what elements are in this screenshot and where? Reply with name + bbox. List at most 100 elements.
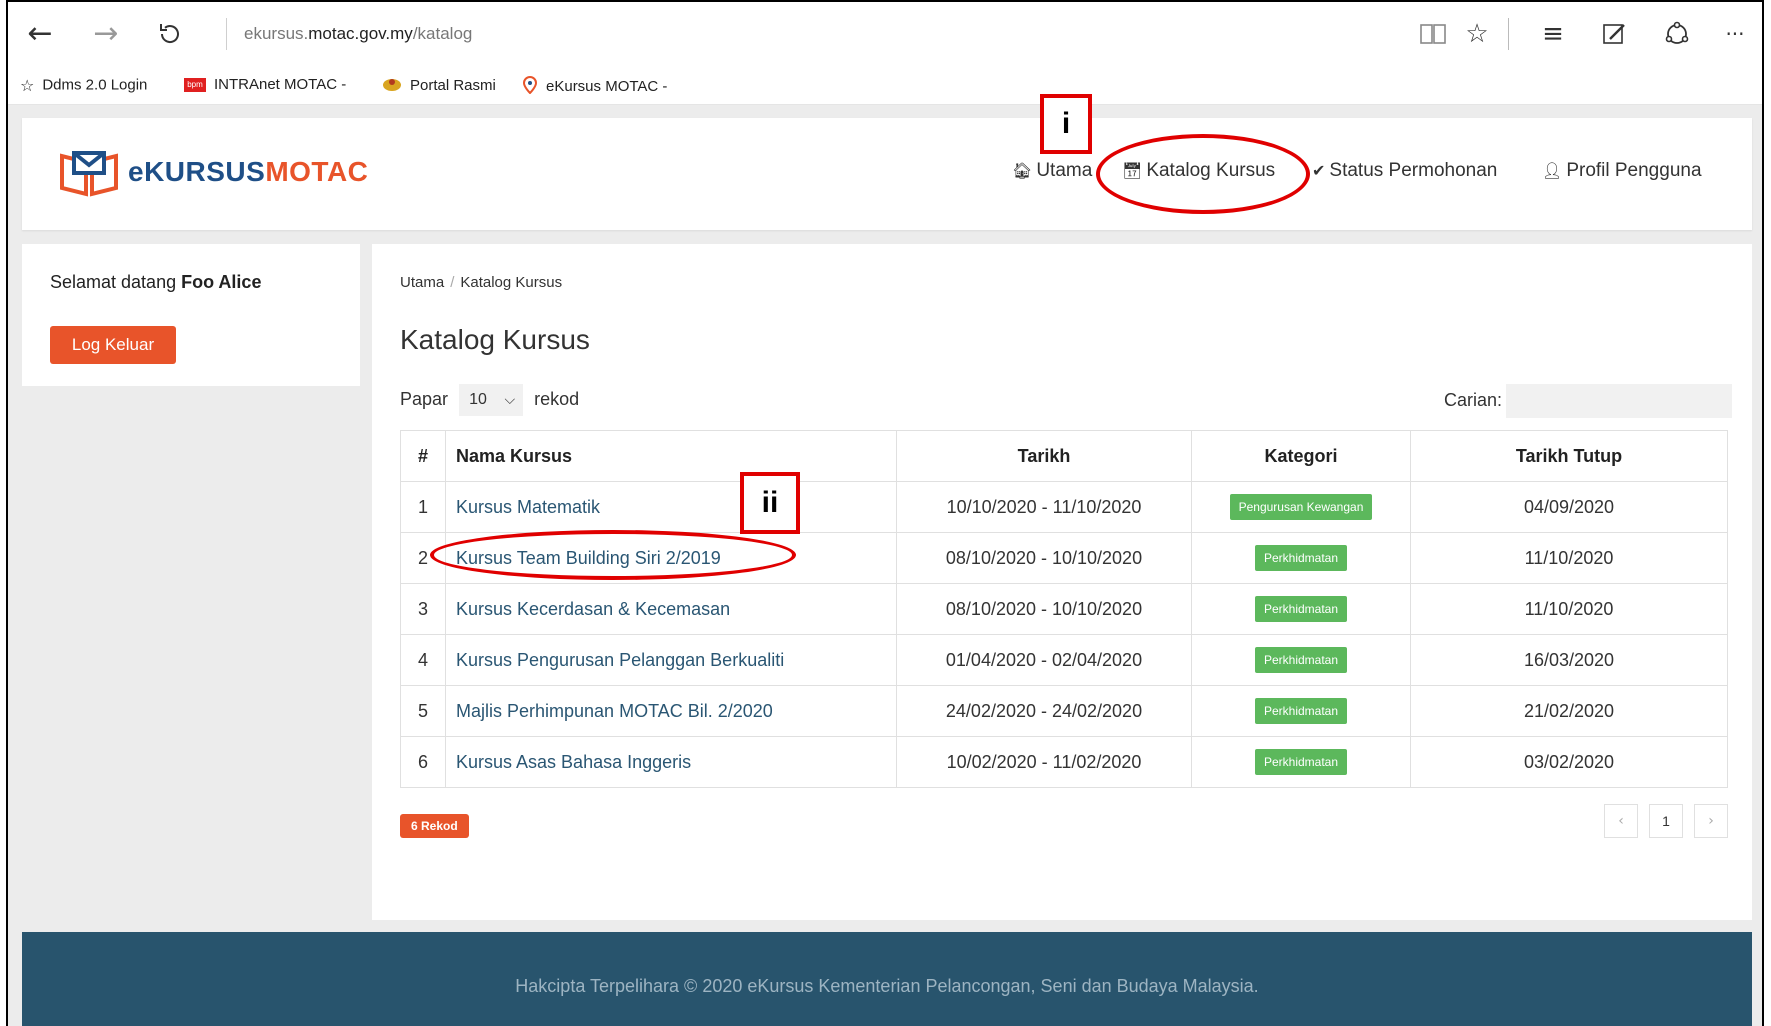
course-date: 10/10/2020 - 11/10/2020	[896, 481, 1192, 533]
table-header-row: # Nama Kursus Tarikh Kategori Tarikh Tut…	[400, 430, 1728, 482]
breadcrumb: Utama / Katalog Kursus	[400, 274, 562, 291]
close-date: 11/10/2020	[1410, 583, 1728, 635]
welcome-prefix: Selamat datang	[50, 272, 177, 292]
close-date: 04/09/2020	[1410, 481, 1728, 533]
star-icon: ☆	[1465, 19, 1489, 49]
course-date: 08/10/2020 - 10/10/2020	[896, 583, 1192, 635]
breadcrumb-utama[interactable]: Utama	[400, 274, 444, 291]
close-date: 03/02/2020	[1410, 736, 1728, 788]
nav-status-permohonan[interactable]: ✔ Status Permohonan	[1312, 160, 1497, 182]
browser-window: ← → ekursus.motac.gov.my/katalog ☆ ≡ ···…	[6, 0, 1764, 1026]
favorite-label: eKursus MOTAC -	[546, 77, 668, 95]
favorite-label: Portal Rasmi	[410, 76, 496, 94]
category-cell: Pengurusan Kewangan	[1191, 481, 1411, 533]
share-button[interactable]	[1660, 16, 1694, 52]
category-cell: Perkhidmatan	[1191, 634, 1411, 686]
row-number: 5	[400, 685, 446, 737]
column-header-nama-kursus[interactable]: Nama Kursus	[445, 430, 897, 482]
pagination-prev-button[interactable]: ‹	[1604, 804, 1638, 838]
category-badge: Perkhidmatan	[1254, 596, 1348, 622]
search-input[interactable]	[1506, 384, 1732, 418]
close-date: 16/03/2020	[1410, 634, 1728, 686]
course-link[interactable]: Kursus Pengurusan Pelanggan Berkualiti	[456, 650, 784, 670]
breadcrumb-katalog: Katalog Kursus	[460, 274, 563, 291]
map-pin-icon	[522, 75, 538, 98]
reading-view-icon	[1420, 24, 1446, 44]
nav-profil-pengguna[interactable]: 👤︎ Profil Pengguna	[1542, 160, 1702, 182]
close-date: 21/02/2020	[1410, 685, 1728, 737]
main-content: Utama / Katalog Kursus Katalog Kursus Papa…	[372, 244, 1752, 920]
course-table: # Nama Kursus Tarikh Kategori Tarikh Tut…	[400, 430, 1728, 788]
row-number: 6	[400, 736, 446, 788]
site-logo-text: eKURSUSMOTAC	[128, 156, 368, 188]
record-count-badge: 6 Rekod	[400, 814, 469, 838]
chevron-down-icon: ⌵	[504, 392, 516, 408]
table-row: 5 Majlis Perhimpunan MOTAC Bil. 2/2020 2…	[400, 685, 1728, 737]
favorite-ekursus[interactable]: eKursus MOTAC -	[522, 75, 668, 98]
category-badge: Perkhidmatan	[1254, 545, 1348, 571]
book-envelope-icon	[60, 151, 118, 197]
more-button[interactable]: ···	[1718, 16, 1752, 52]
table-row: 4 Kursus Pengurusan Pelanggan Berkualiti…	[400, 634, 1728, 686]
category-badge: Perkhidmatan	[1254, 647, 1348, 673]
url-prefix: ekursus.	[244, 24, 309, 43]
annotation-ellipse-course	[430, 530, 796, 580]
favorite-intranet[interactable]: bpm INTRAnet MOTAC -	[184, 76, 346, 93]
favorite-label: Ddms 2.0 Login	[42, 76, 148, 94]
refresh-button[interactable]	[150, 14, 190, 54]
site-footer: Hakcipta Terpelihara © 2020 eKursus Keme…	[22, 932, 1752, 1026]
category-cell: Perkhidmatan	[1191, 736, 1411, 788]
page-size-control: Papar 10 ⌵ rekod	[400, 384, 579, 416]
column-header-tarikh-tutup[interactable]: Tarikh Tutup	[1410, 430, 1728, 482]
category-cell: Perkhidmatan	[1191, 583, 1411, 635]
table-row: 1 Kursus Matematik 10/10/2020 - 11/10/20…	[400, 481, 1728, 533]
nav-utama[interactable]: 🏠︎ Utama	[1012, 160, 1092, 182]
annotation-label-i: i	[1040, 94, 1092, 154]
logout-button[interactable]: Log Keluar	[50, 326, 176, 364]
course-name-cell: Kursus Kecerdasan & Kecemasan	[445, 583, 897, 635]
favorite-ddms[interactable]: ☆ Ddms 2.0 Login	[20, 76, 147, 95]
course-date: 10/02/2020 - 11/02/2020	[896, 736, 1192, 788]
column-header-tarikh[interactable]: Tarikh	[896, 430, 1192, 482]
course-name-cell: Kursus Matematik	[445, 481, 897, 533]
course-link[interactable]: Kursus Asas Bahasa Inggeris	[456, 752, 691, 772]
web-note-icon	[1603, 24, 1625, 44]
row-number: 1	[400, 481, 446, 533]
refresh-icon	[160, 24, 179, 43]
course-link[interactable]: Kursus Matematik	[456, 497, 600, 517]
annotation-ellipse-katalog	[1096, 134, 1310, 214]
course-name-cell: Kursus Pengurusan Pelanggan Berkualiti	[445, 634, 897, 686]
pagination-next-button[interactable]: ›	[1694, 804, 1728, 838]
pagination-page-button[interactable]: 1	[1649, 804, 1683, 838]
breadcrumb-separator: /	[450, 274, 455, 291]
page-size-select[interactable]: 10 ⌵	[459, 384, 524, 416]
favorites-bar: ☆ Ddms 2.0 Login bpm INTRAnet MOTAC - Port…	[8, 66, 1762, 105]
close-date: 11/10/2020	[1410, 532, 1728, 584]
url-field[interactable]: ekursus.motac.gov.my/katalog	[244, 24, 472, 44]
course-link[interactable]: Majlis Perhimpunan MOTAC Bil. 2/2020	[456, 701, 773, 721]
home-icon: 🏠︎	[1012, 161, 1033, 180]
favorite-button[interactable]: ☆	[1460, 16, 1494, 52]
category-cell: Perkhidmatan	[1191, 532, 1411, 584]
favorite-portal-rasmi[interactable]: Portal Rasmi	[382, 76, 496, 96]
web-note-button[interactable]	[1598, 16, 1632, 52]
hub-button[interactable]: ≡	[1536, 16, 1570, 52]
row-number: 3	[400, 583, 446, 635]
search-label: Carian:	[1444, 390, 1503, 410]
column-header-number[interactable]: #	[400, 430, 446, 482]
column-header-kategori[interactable]: Kategori	[1191, 430, 1411, 482]
course-link[interactable]: Kursus Kecerdasan & Kecemasan	[456, 599, 730, 619]
nav-label: Profil Pengguna	[1566, 160, 1702, 181]
url-separator	[226, 18, 227, 50]
annotation-label-ii: ii	[740, 472, 800, 534]
site-header: eKURSUSMOTAC 🏠︎ Utama 📅︎ Katalog Kursus ✔ S…	[22, 118, 1752, 230]
row-number: 4	[400, 634, 446, 686]
forward-button[interactable]: →	[86, 14, 126, 54]
url-domain: motac.gov.my	[308, 24, 413, 43]
page-size-value: 10	[469, 391, 487, 408]
logo-text-motac: MOTAC	[265, 156, 369, 187]
nav-label: Status Permohonan	[1329, 160, 1498, 181]
footer-copyright: Hakcipta Terpelihara © 2020 eKursus Keme…	[515, 976, 1259, 996]
reading-view-button[interactable]	[1416, 16, 1450, 52]
back-button[interactable]: ←	[20, 14, 60, 54]
